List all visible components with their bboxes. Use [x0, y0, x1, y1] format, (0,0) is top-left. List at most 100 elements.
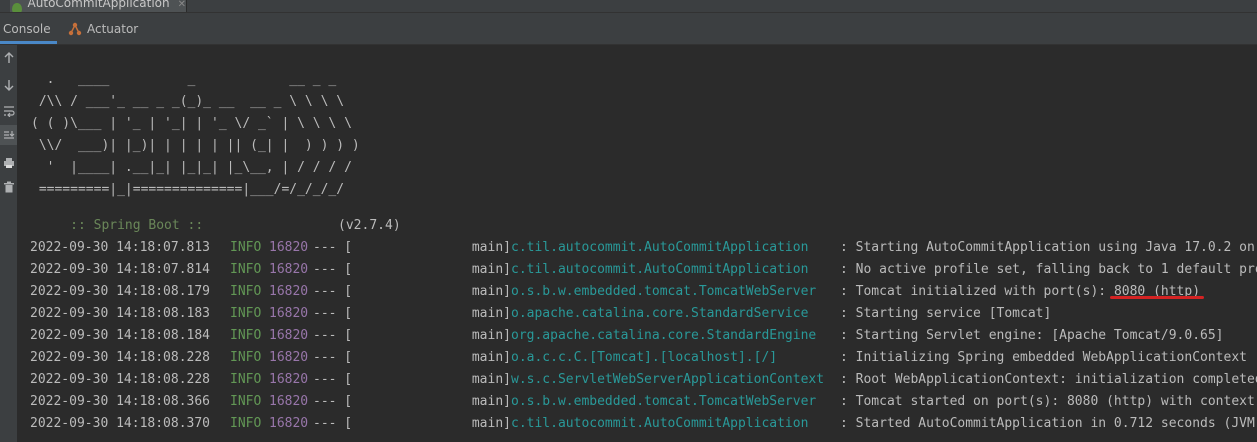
log-line: 2022-09-30 14:18:08.184 INFO 16820 --- [ mai…	[30, 325, 1257, 347]
log-level: INFO	[230, 240, 262, 255]
log-line: 2022-09-30 14:18:08.228 INFO 16820 --- [mai…	[30, 347, 1257, 369]
run-tab-title: AutoCommitApplication	[27, 0, 170, 10]
log-timestamp: 2022-09-30 14:18:08.228	[30, 372, 211, 387]
log-thread: main]	[471, 416, 511, 431]
spring-banner: . ____ _ __ _ _ /\\ / ___'_ __ _ _(_)_ _…	[31, 69, 360, 201]
log-message: : No active profile set, falling back to…	[840, 259, 1257, 281]
log-separator: --- [	[313, 306, 353, 321]
log-logger: c.til.autocommit.AutoCommitApplication	[511, 416, 809, 431]
log-separator: --- [	[313, 350, 353, 365]
log-thread: main]	[471, 350, 511, 365]
log-line: 2022-09-30 14:18:08.370 INFO 16820 --- [ mai…	[30, 413, 1257, 435]
run-tab[interactable]: AutoCommitApplication ✕	[10, 0, 187, 12]
log-timestamp: 2022-09-30 14:18:08.184	[30, 328, 211, 343]
banner-line: . ____ _ __ _ _	[31, 72, 337, 87]
log-pid: 16820	[269, 284, 309, 299]
log-logger: c.til.autocommit.AutoCommitApplication	[511, 240, 809, 255]
log-line: 2022-09-30 14:18:08.366 INFO 16820 --- [mai…	[30, 391, 1257, 413]
log-logger: o.a.c.c.C.[Tomcat].[localhost].[/]	[511, 350, 778, 365]
log-line: 2022-09-30 14:18:08.179 INFO 16820 --- [ mai…	[30, 281, 1257, 303]
log-logger: w.s.c.ServletWebServerApplicationContext	[511, 372, 825, 387]
port-highlight: 8080 (http)	[1113, 284, 1201, 299]
spring-boot-label: :: Spring Boot ::	[62, 218, 212, 233]
arrow-up-icon[interactable]	[0, 48, 17, 68]
log-separator: --- [	[313, 240, 353, 255]
log-message: : Started AutoCommitApplication in 0.712…	[840, 413, 1257, 435]
log-timestamp: 2022-09-30 14:18:08.370	[30, 416, 211, 431]
log-thread: main]	[471, 394, 511, 409]
title-bar: AutoCommitApplication ✕	[0, 0, 1257, 13]
log-message-text: : Root WebApplicationContext: initializa…	[840, 372, 1257, 387]
log-level: INFO	[230, 416, 262, 431]
log-logger: c.til.autocommit.AutoCommitApplication	[511, 262, 809, 277]
banner-line: ( ( )\___ | '_ | '_| | '_ \/ _` | \ \ \ …	[31, 116, 352, 131]
tab-actuator[interactable]: Actuator	[68, 13, 138, 44]
log-timestamp: 2022-09-30 14:18:08.183	[30, 306, 211, 321]
log-pid: 16820	[269, 372, 309, 387]
log-pid: 16820	[269, 328, 309, 343]
log-pid: 16820	[269, 306, 309, 321]
log-thread: main]	[471, 328, 511, 343]
print-icon[interactable]	[0, 153, 17, 173]
log-message: : Tomcat initialized with port(s): 8080 …	[840, 281, 1200, 303]
soft-wrap-icon[interactable]	[0, 101, 17, 121]
log-message-text: : Started AutoCommitApplication in 0.712…	[840, 416, 1257, 431]
log-logger: o.s.b.w.embedded.tomcat.TomcatWebServer	[511, 394, 817, 409]
log-level: INFO	[230, 262, 262, 277]
tab-actuator-label: Actuator	[87, 21, 139, 36]
log-thread: main]	[471, 240, 511, 255]
log-separator: --- [	[313, 262, 353, 277]
log-message-text: : Starting service [Tomcat]	[840, 306, 1052, 321]
log-separator: --- [	[313, 372, 353, 387]
log-message: : Starting Servlet engine: [Apache Tomca…	[840, 325, 1224, 347]
log-message-text: : Starting Servlet engine: [Apache Tomca…	[840, 328, 1224, 343]
log-pid: 16820	[269, 350, 309, 365]
log-level: INFO	[230, 306, 262, 321]
actuator-icon	[68, 22, 82, 35]
spring-boot-version: (v2.7.4)	[338, 218, 401, 233]
log-level: INFO	[230, 350, 262, 365]
tab-console-label: Console	[3, 21, 51, 36]
log-logger: o.apache.catalina.core.StandardService	[511, 306, 809, 321]
log-line: 2022-09-30 14:18:08.228 INFO 16820 --- [ mai…	[30, 369, 1257, 391]
log-line: 2022-09-30 14:18:08.183 INFO 16820 --- [ mai…	[30, 303, 1257, 325]
log-timestamp: 2022-09-30 14:18:07.814	[30, 262, 211, 277]
log-pid: 16820	[269, 416, 309, 431]
log-logger: org.apache.catalina.core.StandardEngine	[511, 328, 817, 343]
log-separator: --- [	[313, 416, 353, 431]
close-icon[interactable]: ✕	[178, 0, 186, 10]
log-line: 2022-09-30 14:18:07.814 INFO 16820 --- [mai…	[30, 259, 1257, 281]
log-pid: 16820	[269, 240, 309, 255]
log-timestamp: 2022-09-30 14:18:08.366	[30, 394, 211, 409]
log-separator: --- [	[313, 328, 353, 343]
log-lines: 2022-09-30 14:18:07.813 INFO 16820 --- [ mai…	[30, 237, 1257, 435]
log-level: INFO	[230, 284, 262, 299]
log-separator: --- [	[313, 284, 353, 299]
log-level: INFO	[230, 372, 262, 387]
log-separator: --- [	[313, 394, 353, 409]
log-message-text: : Tomcat started on port(s): 8080 (http)…	[840, 394, 1257, 409]
banner-line: ' |____| .__|_| |_|_| |_\__, | / / / /	[31, 160, 352, 175]
log-message-text: : Starting AutoCommitApplication using J…	[840, 240, 1257, 255]
banner-line: /\\ / ___'_ __ _ _(_)_ __ __ _ \ \ \ \	[31, 94, 345, 109]
log-message-text: : No active profile set, falling back to…	[840, 262, 1257, 277]
log-timestamp: 2022-09-30 14:18:08.179	[30, 284, 211, 299]
log-thread: main]	[471, 284, 511, 299]
log-timestamp: 2022-09-30 14:18:07.813	[30, 240, 211, 255]
spring-app-icon	[12, 3, 22, 12]
log-message-text: : Initializing Spring embedded WebApplic…	[840, 350, 1247, 365]
log-thread: main]	[471, 262, 511, 277]
log-message: : Root WebApplicationContext: initializa…	[840, 369, 1257, 391]
scroll-to-end-icon[interactable]	[0, 125, 17, 145]
log-thread: main]	[471, 306, 511, 321]
log-message-text: : Tomcat initialized with port(s):	[840, 284, 1114, 299]
arrow-down-icon[interactable]	[0, 75, 17, 95]
tab-console[interactable]: Console	[0, 13, 57, 44]
log-message: : Initializing Spring embedded WebApplic…	[840, 347, 1247, 369]
log-thread: main]	[471, 372, 511, 387]
console-output[interactable]: . ____ _ __ _ _ /\\ / ___'_ __ _ _(_)_ _…	[17, 45, 1257, 442]
trash-icon[interactable]	[0, 177, 17, 197]
log-pid: 16820	[269, 394, 309, 409]
log-level: INFO	[230, 328, 262, 343]
log-line: 2022-09-30 14:18:07.813 INFO 16820 --- [ mai…	[30, 237, 1257, 259]
